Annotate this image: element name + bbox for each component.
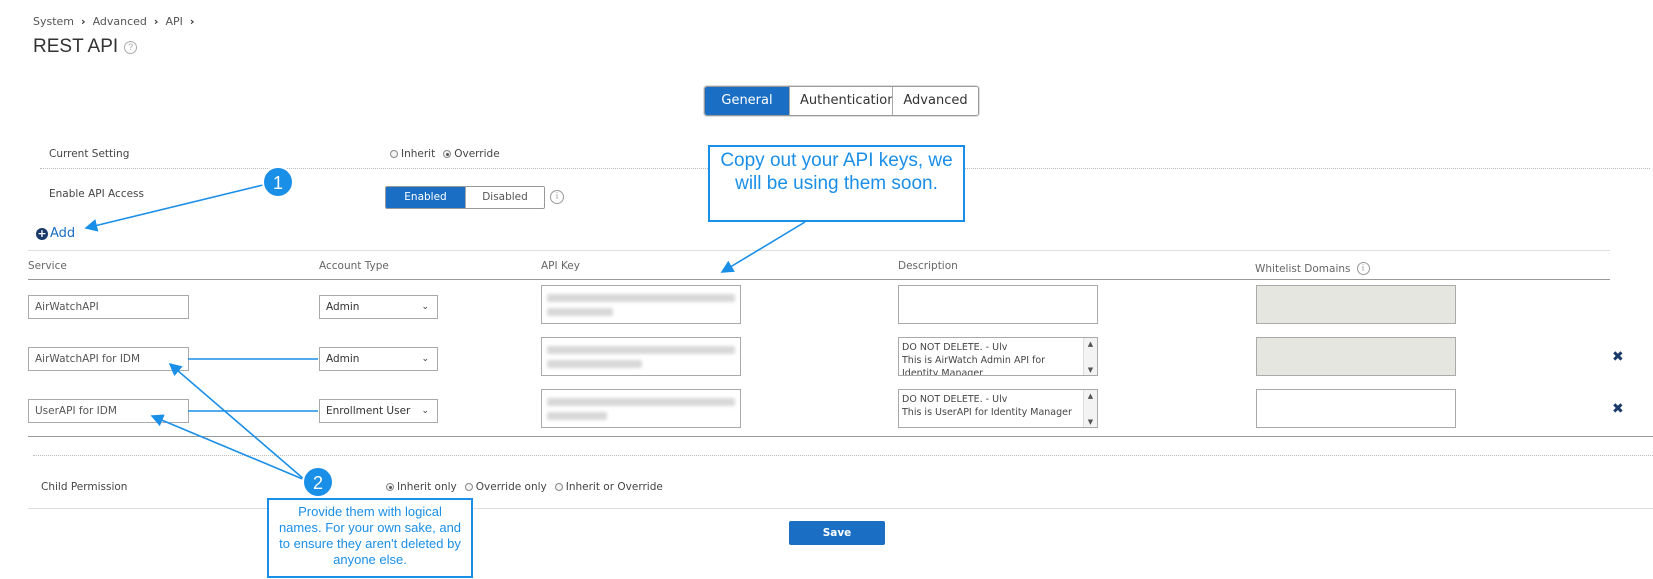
callout-api-keys: Copy out your API keys, we will be using… (708, 145, 965, 222)
arrow-to-add (84, 184, 264, 232)
arrow-to-api-key (720, 221, 806, 273)
annotation-arrows (84, 184, 806, 481)
arrow-to-row2-service (168, 362, 306, 481)
callout-logical-names: Provide them with logical names. For you… (267, 498, 473, 578)
annotation-marker-1: 1 (262, 166, 294, 198)
annotation-marker-2: 2 (302, 466, 334, 498)
arrow-to-row3-service (150, 414, 306, 481)
